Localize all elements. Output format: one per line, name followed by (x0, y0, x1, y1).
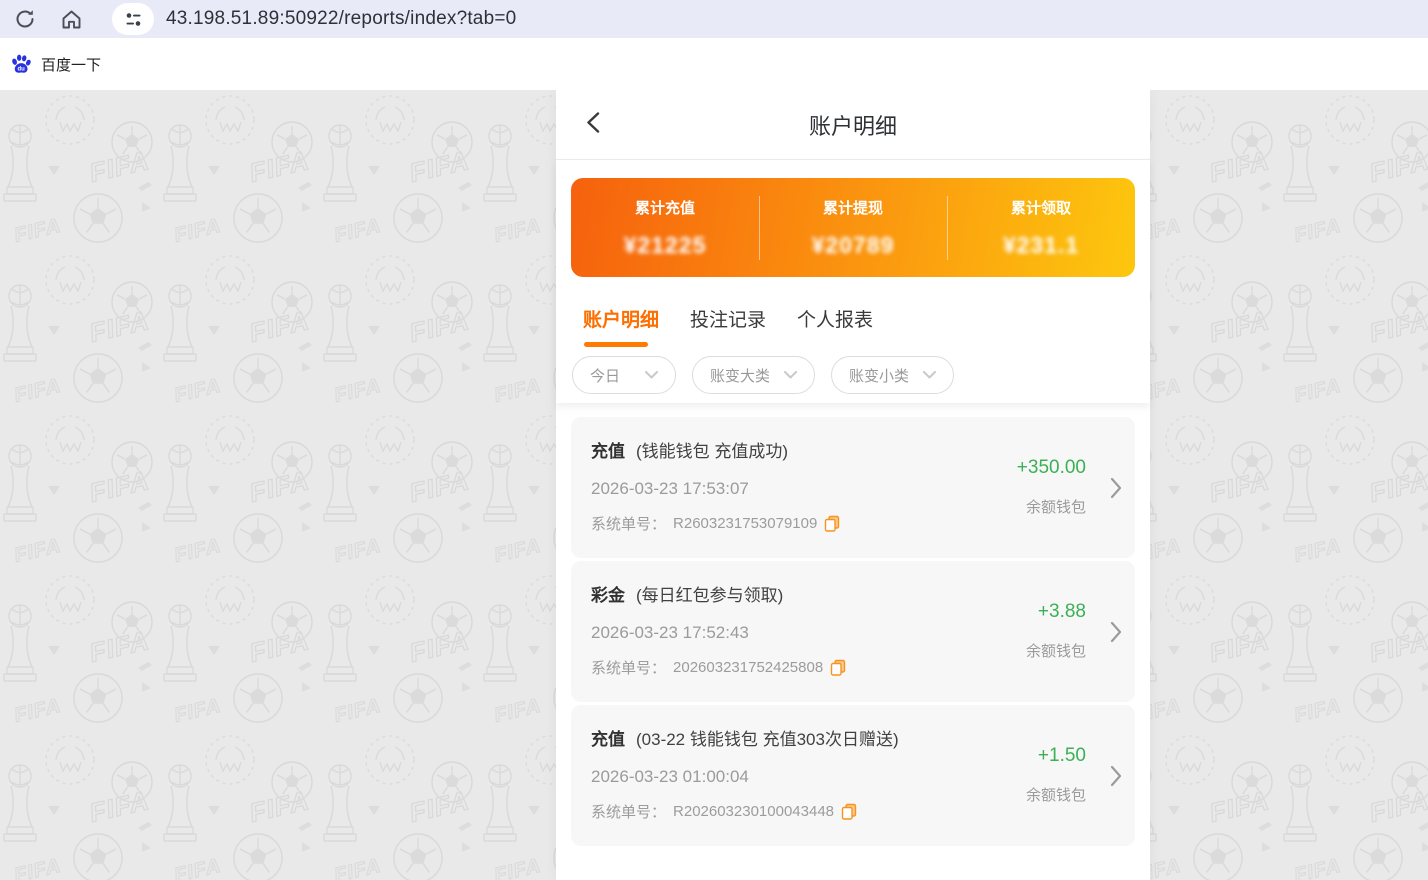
txn-wallet: 余额钱包 (1026, 496, 1086, 517)
txn-desc: (03-22 钱能钱包 充值303次日赠送) (636, 725, 899, 750)
order-label: 系统单号： (591, 801, 666, 822)
txn-main: 彩金 (每日红包参与领取) 2026-03-23 17:52:43 系统单号： … (591, 561, 1026, 702)
order-number: 202603231752425808 (673, 659, 823, 676)
stat-total-withdraw: 累计提现 ¥20789 (759, 197, 947, 259)
copy-icon[interactable] (841, 803, 858, 820)
txn-amount: +350.00 (1017, 457, 1086, 479)
txn-desc: (每日红包参与领取) (636, 581, 783, 606)
txn-type: 彩金 (591, 581, 625, 606)
dropdown-value: 今日 (590, 365, 620, 386)
home-button[interactable] (54, 2, 88, 36)
order-label: 系统单号： (591, 513, 666, 534)
copy-icon[interactable] (824, 515, 841, 532)
txn-main: 充值 (钱能钱包 充值成功) 2026-03-23 17:53:07 系统单号：… (591, 417, 1017, 558)
chevron-right-icon[interactable] (1110, 765, 1122, 787)
txn-amount: +3.88 (1038, 601, 1086, 623)
stat-label: 累计领取 (947, 197, 1135, 218)
txn-time: 2026-03-23 17:53:07 (591, 479, 1017, 499)
reload-button[interactable] (8, 2, 42, 36)
browser-toolbar: 43.198.51.89:50922/reports/index?tab=0 (0, 0, 1428, 38)
tab-bet-records[interactable]: 投注记录 (690, 305, 766, 347)
order-number: R202603230100043448 (673, 803, 834, 820)
url-bar[interactable]: 43.198.51.89:50922/reports/index?tab=0 (166, 8, 516, 30)
bookmarks-bar: du 百度一下 (0, 38, 1428, 90)
date-filter-dropdown[interactable]: 今日 (572, 356, 676, 394)
chevron-down-icon (645, 371, 658, 379)
stat-label: 累计充值 (571, 197, 759, 218)
txn-wallet: 余额钱包 (1026, 640, 1086, 661)
copy-icon[interactable] (830, 659, 847, 676)
active-tab-underline (584, 342, 648, 347)
chevron-right-icon[interactable] (1110, 621, 1122, 643)
chevron-right-icon[interactable] (1110, 477, 1122, 499)
major-category-dropdown[interactable]: 账变大类 (692, 356, 815, 394)
transaction-list: 充值 (钱能钱包 充值成功) 2026-03-23 17:53:07 系统单号：… (556, 403, 1150, 846)
tab-label: 投注记录 (690, 310, 766, 331)
transaction-card[interactable]: 充值 (03-22 钱能钱包 充值303次日赠送) 2026-03-23 01:… (571, 705, 1135, 846)
transaction-card[interactable]: 充值 (钱能钱包 充值成功) 2026-03-23 17:53:07 系统单号：… (571, 417, 1135, 558)
stat-value: ¥231.1 (947, 232, 1135, 259)
minor-category-dropdown[interactable]: 账变小类 (831, 356, 954, 394)
txn-type: 充值 (591, 725, 625, 750)
txn-right: +1.50 余额钱包 (1026, 705, 1086, 846)
panel-header: 账户明细 (556, 90, 1150, 160)
tune-icon (124, 10, 143, 29)
dropdown-value: 账变大类 (710, 365, 770, 386)
txn-time: 2026-03-23 01:00:04 (591, 767, 1026, 787)
order-number: R2603231753079109 (673, 515, 817, 532)
page-content: FIFA FIFA (0, 90, 1428, 880)
svg-text:du: du (18, 67, 26, 73)
stat-label: 累计提现 (759, 197, 947, 218)
txn-time: 2026-03-23 17:52:43 (591, 623, 1026, 643)
stat-value: ¥20789 (759, 232, 947, 259)
page-title: 账户明细 (556, 109, 1150, 141)
stat-total-deposit: 累计充值 ¥21225 (571, 197, 759, 259)
chevron-down-icon (784, 371, 797, 379)
txn-wallet: 余额钱包 (1026, 784, 1086, 805)
order-label: 系统单号： (591, 657, 666, 678)
transaction-card[interactable]: 彩金 (每日红包参与领取) 2026-03-23 17:52:43 系统单号： … (571, 561, 1135, 702)
txn-desc: (钱能钱包 充值成功) (636, 437, 788, 462)
stat-value: ¥21225 (571, 232, 759, 259)
baidu-paw-icon: du (10, 53, 32, 75)
stat-total-claimed: 累计领取 ¥231.1 (947, 197, 1135, 259)
reload-icon (14, 8, 36, 30)
filter-row: 今日 账变大类 账变小类 (572, 356, 1150, 403)
tab-label: 个人报表 (797, 310, 873, 331)
tab-personal-report[interactable]: 个人报表 (797, 305, 873, 347)
report-tabs: 账户明细 投注记录 个人报表 (583, 305, 1150, 347)
tab-label: 账户明细 (583, 310, 659, 331)
totals-card: 累计充值 ¥21225 累计提现 ¥20789 累计领取 ¥231.1 (571, 178, 1135, 277)
summary-and-filters: 累计充值 ¥21225 累计提现 ¥20789 累计领取 ¥231.1 账户明细 (556, 160, 1150, 403)
txn-right: +3.88 余额钱包 (1026, 561, 1086, 702)
dropdown-value: 账变小类 (849, 365, 909, 386)
bookmark-label: 百度一下 (41, 54, 101, 75)
bookmark-baidu[interactable]: du 百度一下 (10, 53, 101, 75)
txn-amount: +1.50 (1038, 745, 1086, 767)
txn-right: +350.00 余额钱包 (1017, 417, 1086, 558)
tab-account-details[interactable]: 账户明细 (583, 305, 659, 347)
txn-type: 充值 (591, 437, 625, 462)
txn-main: 充值 (03-22 钱能钱包 充值303次日赠送) 2026-03-23 01:… (591, 705, 1026, 846)
home-icon (60, 8, 83, 31)
app-panel: 账户明细 累计充值 ¥21225 累计提现 ¥20789 累计领取 ¥231.1 (556, 90, 1150, 880)
site-info-button[interactable] (112, 3, 154, 35)
chevron-down-icon (923, 371, 936, 379)
